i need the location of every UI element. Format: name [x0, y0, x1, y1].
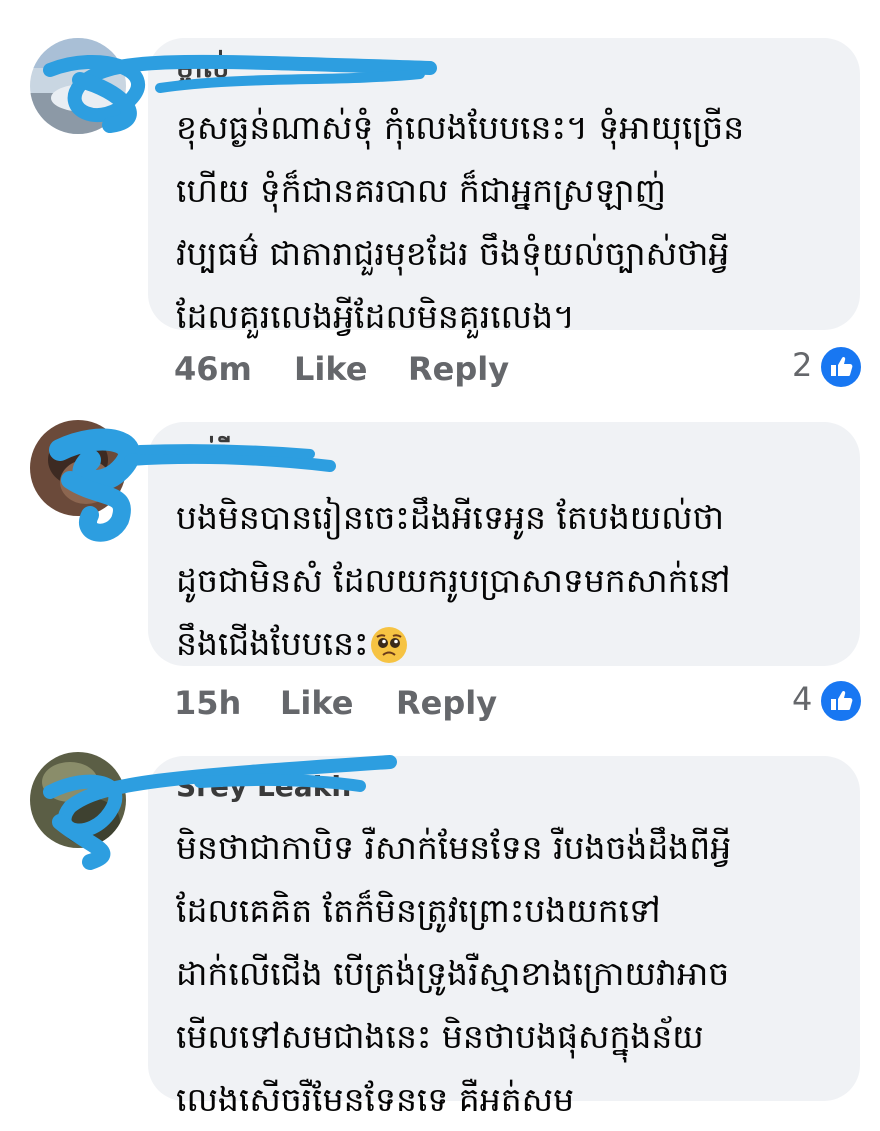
comment-author[interactable]: Srey Leakh [176, 770, 351, 803]
comment-text-line: ដាក់លើជើង បើត្រង់ទ្រូងរឺស្មាខាងក្រោយវាអា… [176, 954, 730, 993]
thumbs-up-icon [818, 344, 864, 390]
comment-time[interactable]: 15h [174, 684, 241, 722]
reaction-summary[interactable]: 2 [792, 346, 812, 384]
comment-time[interactable]: 46m [174, 350, 252, 388]
reply-button[interactable]: Reply [408, 350, 509, 388]
comment-text-line: វប្បធម៌ ជាតារាជួរមុខដែរ ចឹងទុំយល់ច្បាស់ថ… [176, 234, 730, 273]
pleading-face-emoji [369, 622, 409, 663]
comment-text-line: មិនថាជាកាបិទ រឺសាក់មែនទែន រឺបងចង់ដឹងពីអ្… [176, 828, 732, 867]
comment-author[interactable]: ម្ចាស់ [176, 50, 229, 91]
comment-text: ខុសធ្ងន់ណាស់ទុំ កុំលេងបែបនេះ។ ទុំអាយុច្រ… [176, 96, 744, 348]
comment-text-line: ហើយ ទុំក៏ជានគរបាល ក៏ជាអ្នកស្រឡាញ់ [176, 171, 667, 210]
comment-meta: 46m Like Reply [0, 350, 880, 394]
comment-meta: 15h Like Reply [0, 684, 880, 728]
reply-button[interactable]: Reply [396, 684, 497, 722]
like-button[interactable]: Like [280, 684, 353, 722]
avatar[interactable] [30, 420, 126, 516]
reaction-count: 2 [792, 346, 813, 384]
comment-text-line: លេងសើចរឺមែនទែនទេ គឺអត់សម [176, 1080, 575, 1119]
comment-text-line: មើលទៅសមជាងនេះ មិនថាបងផុសក្នុងន័យ [176, 1017, 704, 1056]
comment-text-line: ដែលគេគិត តែក៏មិនត្រូវព្រោះបងយកទៅ [176, 891, 661, 930]
reaction-summary[interactable]: 4 [792, 680, 812, 718]
comment-author[interactable]: ចាន់រី [176, 436, 229, 477]
reaction-count: 4 [792, 680, 813, 718]
comment-text-line: នឹងជើងបែបនេះ [176, 612, 730, 675]
avatar[interactable] [30, 38, 126, 134]
like-button[interactable]: Like [294, 350, 367, 388]
comment-text: មិនថាជាកាបិទ រឺសាក់មែនទែន រឺបងចង់ដឹងពីអ្… [176, 816, 731, 1131]
comment-text-segment: នឹងជើងបែបនេះ [176, 624, 369, 663]
comment-text-line: បងមិនបានរៀនចេះដឹងអីទេអូន តែបងយល់ថា [176, 498, 725, 537]
comment-text-line: ខុសធ្ងន់ណាស់ទុំ កុំលេងបែបនេះ។ ទុំអាយុច្រ… [176, 108, 745, 147]
comment-text-line: ដែលគួរលេងអ្វីដែលមិនគួរលេង។ [176, 297, 575, 336]
comment-text: បងមិនបានរៀនចេះដឹងអីទេអូន តែបងយល់ថា ដូចជា… [176, 486, 730, 675]
thumbs-up-icon [818, 678, 864, 724]
comment-text-line: ដូចជាមិនសំ ដែលយករូបប្រាសាទមកសាក់នៅ [176, 561, 731, 600]
avatar[interactable] [30, 752, 126, 848]
